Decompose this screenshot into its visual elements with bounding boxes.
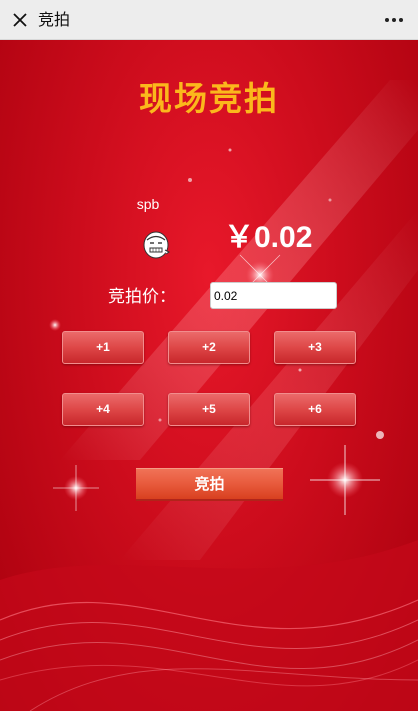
bid-price-label: 竞拍价：	[108, 287, 176, 307]
close-icon	[13, 13, 27, 27]
more-icon	[385, 18, 403, 22]
increment-button-4[interactable]: +4	[62, 393, 144, 426]
bid-price-input[interactable]	[210, 282, 337, 309]
submit-bid-button[interactable]: 竞拍	[136, 468, 283, 501]
title-bar: 竞拍	[0, 0, 418, 40]
auction-stage: 现场竞拍 spb ￥0.02 竞拍价： +1 +2 +3 +4 +5 +6 竞拍	[0, 40, 418, 711]
background-decoration	[0, 80, 418, 711]
increment-button-6[interactable]: +6	[274, 393, 356, 426]
avatar	[143, 231, 170, 259]
increment-button-5[interactable]: +5	[168, 393, 250, 426]
more-button[interactable]	[380, 8, 408, 32]
user-name: spb	[136, 196, 160, 212]
page-title: 现场竞拍	[139, 79, 279, 118]
increment-button-1[interactable]: +1	[62, 331, 144, 364]
close-button[interactable]	[8, 8, 32, 32]
current-price: ￥0.02	[224, 221, 313, 254]
nav-title: 竞拍	[38, 10, 71, 29]
increment-button-3[interactable]: +3	[274, 331, 356, 364]
increment-button-2[interactable]: +2	[168, 331, 250, 364]
